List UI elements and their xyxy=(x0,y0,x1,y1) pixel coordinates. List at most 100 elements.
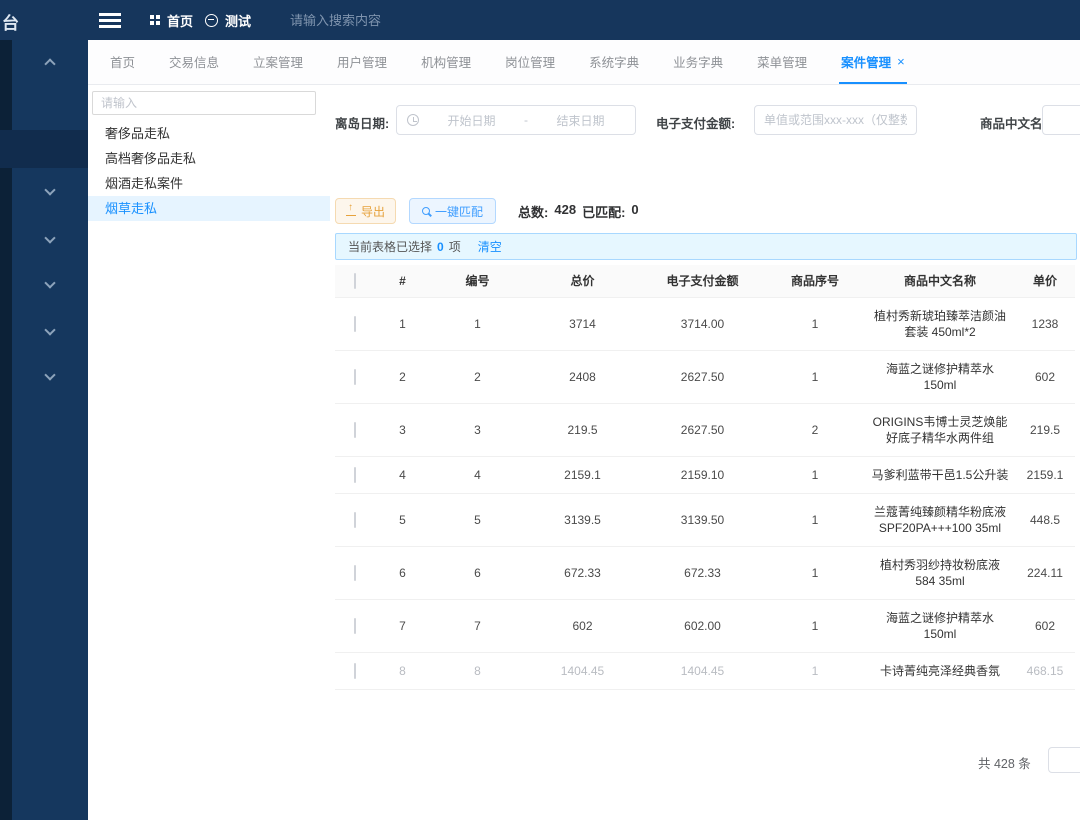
cell-unit: 602 xyxy=(1015,351,1075,404)
tab-label: 立案管理 xyxy=(253,52,303,71)
cell-num: 1 xyxy=(375,298,430,351)
export-icon xyxy=(346,206,356,216)
cell-total: 3714 xyxy=(525,298,640,351)
row-checkbox[interactable] xyxy=(354,316,356,332)
column-header-商品序号: 商品序号 xyxy=(765,265,865,298)
column-header-商品中文名称: 商品中文名称 xyxy=(865,265,1015,298)
date-separator: - xyxy=(524,113,528,127)
row-checkbox[interactable] xyxy=(354,467,356,483)
table-row: 553139.53139.501兰蔻菁纯臻颜精华粉底液SPF20PA+++100… xyxy=(335,494,1075,547)
sidebar-selected-item[interactable] xyxy=(0,130,88,168)
app-logo: 台 xyxy=(2,9,19,34)
table-row: 77602602.001海蓝之谜修护精萃水 150ml602 xyxy=(335,600,1075,653)
tab-label: 岗位管理 xyxy=(505,52,555,71)
cell-name: 卡诗菁纯亮泽经典香氛 xyxy=(865,653,1015,690)
topnav-test[interactable]: 测试 xyxy=(205,0,251,40)
sidebar xyxy=(12,40,88,820)
cell-code: 2 xyxy=(430,351,525,404)
row-checkbox[interactable] xyxy=(354,663,356,679)
tab-label: 机构管理 xyxy=(421,52,471,71)
tree-search-input[interactable] xyxy=(92,91,316,115)
cell-total: 3139.5 xyxy=(525,494,640,547)
global-search-input[interactable] xyxy=(290,13,510,28)
page-size-select[interactable] xyxy=(1048,747,1080,773)
row-checkbox-cell xyxy=(335,351,375,404)
cell-payment: 2159.10 xyxy=(640,457,765,494)
chevron-down-icon[interactable] xyxy=(44,369,55,380)
date-start-placeholder: 开始日期 xyxy=(427,112,516,129)
tab-菜单管理[interactable]: 菜单管理 xyxy=(755,40,809,84)
table-header-row: #编号总价电子支付金额商品序号商品中文名称单价 xyxy=(335,265,1075,298)
cell-payment: 3714.00 xyxy=(640,298,765,351)
hamburger-icon[interactable] xyxy=(99,13,121,16)
tree-item-烟酒走私案件[interactable]: 烟酒走私案件 xyxy=(88,171,330,196)
cell-seq: 1 xyxy=(765,600,865,653)
tab-业务字典[interactable]: 业务字典 xyxy=(671,40,725,84)
row-checkbox[interactable] xyxy=(354,369,356,385)
tab-label: 首页 xyxy=(110,52,135,71)
tab-岗位管理[interactable]: 岗位管理 xyxy=(503,40,557,84)
cell-name: 马爹利蓝带干邑1.5公升装 xyxy=(865,457,1015,494)
cell-code: 7 xyxy=(430,600,525,653)
chevron-down-icon[interactable] xyxy=(44,232,55,243)
export-button[interactable]: 导出 xyxy=(335,198,396,224)
topnav-home[interactable]: 首页 xyxy=(150,0,193,40)
tab-机构管理[interactable]: 机构管理 xyxy=(419,40,473,84)
cell-code: 1 xyxy=(430,298,525,351)
cell-seq: 2 xyxy=(765,404,865,457)
clear-selection-link[interactable]: 清空 xyxy=(478,238,502,255)
cell-num: 6 xyxy=(375,547,430,600)
export-button-label: 导出 xyxy=(361,203,385,220)
cell-payment: 672.33 xyxy=(640,547,765,600)
close-icon[interactable]: × xyxy=(897,54,905,69)
tab-用户管理[interactable]: 用户管理 xyxy=(335,40,389,84)
product-name-filter-input[interactable] xyxy=(1042,105,1080,135)
one-click-match-button[interactable]: 一键匹配 xyxy=(409,198,496,224)
chevron-down-icon[interactable] xyxy=(44,324,55,335)
tab-系统字典[interactable]: 系统字典 xyxy=(587,40,641,84)
row-checkbox[interactable] xyxy=(354,512,356,528)
table-toolbar: 导出 一键匹配 总数: 428 已匹配: 0 xyxy=(330,197,1080,225)
tree-item-高档奢侈品走私[interactable]: 高档奢侈品走私 xyxy=(88,146,330,171)
tab-立案管理[interactable]: 立案管理 xyxy=(251,40,305,84)
cell-unit: 448.5 xyxy=(1015,494,1075,547)
row-checkbox[interactable] xyxy=(354,618,356,634)
matched-value: 0 xyxy=(631,202,638,221)
date-range-picker[interactable]: 开始日期 - 结束日期 xyxy=(396,105,636,135)
cell-unit: 224.11 xyxy=(1015,547,1075,600)
topnav-test-label: 测试 xyxy=(225,11,251,30)
chevron-down-icon[interactable] xyxy=(44,277,55,288)
chevron-down-icon[interactable] xyxy=(44,184,55,195)
cell-num: 4 xyxy=(375,457,430,494)
date-filter-label: 离岛日期: xyxy=(335,113,389,132)
selection-suffix: 项 xyxy=(449,238,461,255)
row-checkbox-cell xyxy=(335,653,375,690)
cell-name: 海蓝之谜修护精萃水 150ml xyxy=(865,351,1015,404)
tab-label: 案件管理 xyxy=(841,52,891,71)
cell-code: 8 xyxy=(430,653,525,690)
cell-unit: 468.15 xyxy=(1015,653,1075,690)
tree-item-烟草走私[interactable]: 烟草走私 xyxy=(88,196,330,221)
cell-num: 2 xyxy=(375,351,430,404)
tab-首页[interactable]: 首页 xyxy=(108,40,137,84)
cell-code: 6 xyxy=(430,547,525,600)
payment-filter-label: 电子支付金额: xyxy=(656,113,735,132)
cell-unit: 219.5 xyxy=(1015,404,1075,457)
tab-交易信息[interactable]: 交易信息 xyxy=(167,40,221,84)
table-row: 33219.52627.502ORIGINS韦博士灵芝焕能好底子精华水两件组21… xyxy=(335,404,1075,457)
clock-icon xyxy=(407,114,419,126)
column-header-电子支付金额: 电子支付金额 xyxy=(640,265,765,298)
case-type-list: 奢侈品走私高档奢侈品走私烟酒走私案件烟草走私 xyxy=(88,121,330,221)
tree-item-奢侈品走私[interactable]: 奢侈品走私 xyxy=(88,121,330,146)
selection-alert-bar: 当前表格已选择 0 项 清空 xyxy=(335,233,1077,260)
row-checkbox[interactable] xyxy=(354,422,356,438)
chevron-up-icon[interactable] xyxy=(44,58,55,69)
row-checkbox[interactable] xyxy=(354,565,356,581)
match-stats: 总数: 428 已匹配: 0 xyxy=(518,202,639,221)
payment-filter-input[interactable] xyxy=(754,105,917,135)
select-all-checkbox[interactable] xyxy=(354,273,356,289)
filter-row: 离岛日期: 开始日期 - 结束日期 电子支付金额: 商品中文名称: xyxy=(330,105,1080,137)
cell-seq: 1 xyxy=(765,494,865,547)
cell-total: 2408 xyxy=(525,351,640,404)
tab-案件管理[interactable]: 案件管理 × xyxy=(839,40,907,84)
